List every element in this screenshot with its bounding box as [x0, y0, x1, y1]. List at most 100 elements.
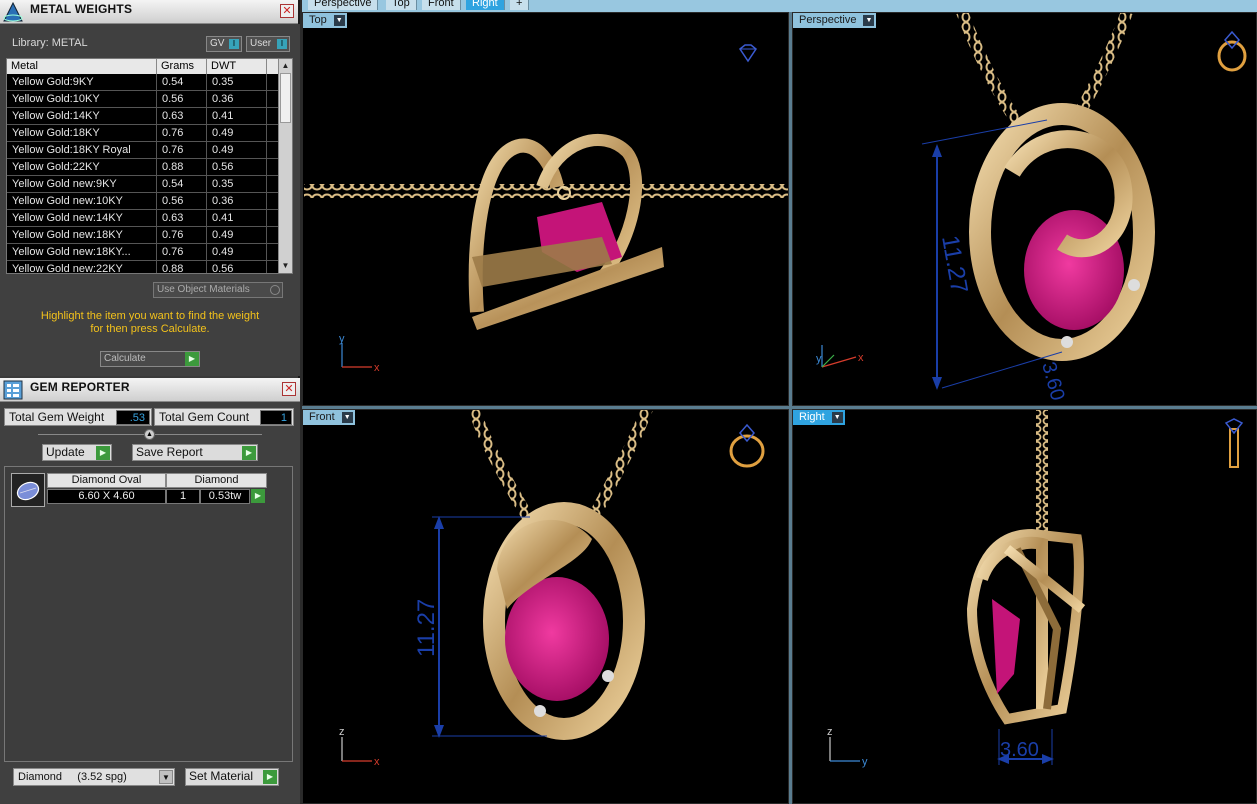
user-toggle[interactable]: User I	[246, 36, 290, 52]
set-material-label: Set Material	[189, 769, 254, 783]
gem-row-action-icon[interactable]: ▶	[251, 489, 265, 503]
axis-indicator: y x	[339, 333, 380, 374]
viewport-area: Perspective Top Front Right + y x Top ▼ …	[302, 0, 1257, 804]
dim-width-perspective: 3.60	[1037, 360, 1068, 403]
play-icon: ▶	[185, 352, 199, 366]
gem-reporter-header: GEM REPORTER ✕	[0, 378, 300, 402]
close-icon[interactable]: ✕	[282, 382, 296, 396]
column-header-dwt[interactable]: DWT	[207, 59, 267, 74]
viewport-right[interactable]: 3.60 z y Right ▼	[792, 409, 1257, 804]
svg-text:z: z	[827, 726, 833, 738]
update-button[interactable]: Update ▶	[42, 444, 112, 461]
viewport-top-label[interactable]: Top ▼	[303, 13, 347, 28]
table-row[interactable]: Yellow Gold:22KY 0.88 0.56	[7, 159, 279, 176]
gem-size-cell: 6.60 X 4.60	[47, 489, 166, 504]
grams-cell: 0.56	[157, 91, 207, 108]
table-row[interactable]: Yellow Gold new:18KY 0.76 0.49	[7, 227, 279, 244]
slider-handle[interactable]: ▲	[144, 429, 155, 440]
ring-side-view-icon	[1224, 418, 1244, 468]
gem-shape-cell: Diamond Oval	[47, 473, 166, 488]
table-row[interactable]: Yellow Gold new:9KY 0.54 0.35	[7, 176, 279, 193]
viewport-right-name: Right	[799, 411, 825, 423]
axis-indicator: y x	[816, 345, 864, 368]
perspective-view-render: 11.27 3.60 y x	[816, 12, 1247, 403]
gem-reporter-icon	[3, 380, 23, 400]
metal-name-cell: Yellow Gold new:10KY	[7, 193, 157, 210]
tab-right[interactable]: Right	[466, 0, 505, 10]
app-logo-icon	[3, 1, 23, 22]
app-window: METAL WEIGHTS ✕ Library: METAL GV I User…	[0, 0, 1257, 804]
table-row[interactable]: Yellow Gold:9KY 0.54 0.35	[7, 74, 279, 91]
metal-name-cell: Yellow Gold new:18KY	[7, 227, 157, 244]
play-icon: ▶	[263, 770, 277, 784]
save-report-label: Save Report	[136, 445, 203, 459]
play-icon: ▶	[242, 446, 256, 460]
gem-material-cell: Diamond	[166, 473, 267, 488]
chevron-down-icon: ▼	[831, 412, 843, 423]
dwt-cell: 0.49	[207, 125, 267, 142]
tab-perspective[interactable]: Perspective	[308, 0, 379, 10]
gv-toggle-label: GV	[210, 38, 225, 49]
chevron-down-icon: ▼	[159, 770, 173, 784]
tab-top[interactable]: Top	[386, 0, 417, 10]
update-label: Update	[46, 445, 85, 459]
view-tab-bar: Perspective Top Front Right +	[302, 0, 1257, 12]
metal-table-rows: Yellow Gold:9KY 0.54 0.35 Yellow Gold:10KY 0…	[7, 74, 279, 273]
scroll-down-icon[interactable]: ▼	[280, 260, 291, 272]
viewport-perspective[interactable]: 11.27 3.60 y x Perspective ▼	[792, 12, 1257, 406]
front-view-render: 11.27 z x	[339, 409, 765, 768]
gem-oval-icon[interactable]	[11, 473, 45, 507]
tab-front[interactable]: Front	[422, 0, 461, 10]
viewport-top-name: Top	[309, 14, 327, 26]
hint-line-2: for then press Calculate.	[90, 323, 210, 335]
calculate-label: Calculate	[104, 353, 146, 364]
metal-weights-header: METAL WEIGHTS ✕	[0, 0, 298, 24]
svg-text:x: x	[858, 352, 864, 364]
table-row[interactable]: Yellow Gold new:14KY 0.63 0.41	[7, 210, 279, 227]
scroll-up-icon[interactable]: ▲	[280, 60, 291, 72]
viewport-top[interactable]: y x Top ▼	[302, 12, 789, 406]
toggle-knob-icon: I	[277, 39, 287, 49]
table-row[interactable]: Yellow Gold:18KY 0.76 0.49	[7, 125, 279, 142]
material-select[interactable]: Diamond (3.52 spg) ▼	[13, 768, 175, 786]
viewport-front-label[interactable]: Front ▼	[303, 410, 355, 425]
calculate-button[interactable]: Calculate ▶	[100, 351, 200, 367]
table-row[interactable]: Yellow Gold new:22KY 0.88 0.56	[7, 261, 279, 273]
viewport-front[interactable]: 11.27 z x Front ▼	[302, 409, 789, 804]
metal-name-cell: Yellow Gold:18KY Royal	[7, 142, 157, 159]
column-header-grams[interactable]: Grams	[157, 59, 207, 74]
viewport-divider-horizontal[interactable]	[302, 406, 1257, 409]
table-row[interactable]: Yellow Gold new:10KY 0.56 0.36	[7, 193, 279, 210]
viewport-perspective-label[interactable]: Perspective ▼	[793, 13, 877, 28]
viewport-divider-vertical[interactable]	[789, 12, 792, 804]
gv-toggle[interactable]: GV I	[206, 36, 242, 52]
axis-indicator: z x	[339, 726, 380, 768]
chevron-down-icon: ▼	[341, 412, 353, 423]
hint-line-1: Highlight the item you want to find the …	[40, 310, 260, 322]
metal-table-scrollbar[interactable]: ▲ ▼	[278, 59, 292, 273]
scroll-thumb[interactable]	[280, 73, 291, 123]
total-gem-count-label: Total Gem Count	[159, 410, 250, 424]
play-icon: ▶	[96, 446, 110, 460]
save-report-button[interactable]: Save Report ▶	[132, 444, 258, 461]
table-row[interactable]: Yellow Gold new:18KY... 0.76 0.49	[7, 244, 279, 261]
axis-indicator: z y	[827, 726, 868, 768]
column-header-metal[interactable]: Metal	[7, 59, 157, 74]
table-row[interactable]: Yellow Gold:10KY 0.56 0.36	[7, 91, 279, 108]
grams-cell: 0.76	[157, 125, 207, 142]
dim-height-front: 11.27	[413, 599, 440, 657]
close-icon[interactable]: ✕	[280, 4, 294, 18]
use-object-materials-checkbox[interactable]: Use Object Materials	[153, 282, 283, 298]
viewport-right-label[interactable]: Right ▼	[793, 410, 845, 425]
grams-cell: 0.63	[157, 210, 207, 227]
set-material-button[interactable]: Set Material ▶	[185, 768, 279, 786]
add-view-icon[interactable]: +	[510, 0, 530, 10]
table-row[interactable]: Yellow Gold:18KY Royal 0.76 0.49	[7, 142, 279, 159]
dwt-cell: 0.56	[207, 261, 267, 273]
right-view-render: 3.60 z y	[827, 409, 1244, 768]
ring-view-icon	[1217, 30, 1247, 72]
top-view-render: y x	[304, 44, 789, 374]
table-row[interactable]: Yellow Gold:14KY 0.63 0.41	[7, 108, 279, 125]
svg-text:y: y	[862, 756, 868, 768]
checkbox-icon	[270, 285, 280, 295]
